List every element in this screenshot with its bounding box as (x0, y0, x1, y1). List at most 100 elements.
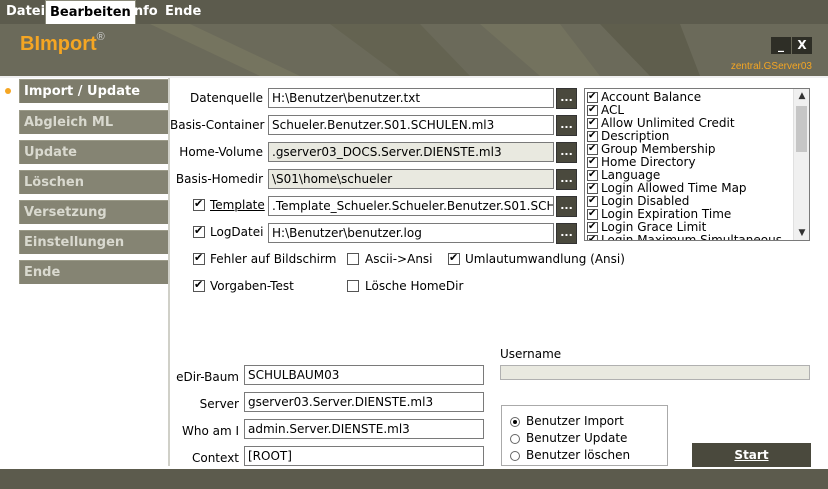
loesche-homedir-label: Lösche HomeDir (365, 279, 464, 293)
close-button[interactable]: X (792, 37, 812, 54)
attribute-label: ACL (601, 103, 625, 117)
template-field[interactable]: .Template_Schueler.Schueler.Benutzer.S01… (268, 196, 554, 216)
attribute-checkbox[interactable] (587, 103, 598, 116)
radio-update[interactable] (510, 434, 520, 444)
basis-homedir-browse-button[interactable]: ... (556, 169, 577, 190)
scroll-up-icon[interactable]: ▲ (794, 89, 809, 103)
bimport-window: Datei Bearbeiten Info Ende BImport® _ X … (0, 0, 828, 489)
username-label: Username (500, 347, 562, 361)
template-checkbox[interactable] (193, 197, 205, 211)
attribute-checkbox[interactable] (587, 129, 598, 142)
template-label: Template (210, 198, 265, 212)
nav-update[interactable]: Update (19, 140, 169, 164)
attribute-label: Login Grace Limit (601, 220, 707, 234)
menu-ende[interactable]: Ende (161, 0, 205, 24)
attribute-label: Login Maximum Simultaneous (601, 233, 782, 241)
basis-homedir-label: Basis-Homedir (175, 172, 263, 186)
attribute-checkbox[interactable] (587, 155, 598, 168)
nav-versetzung[interactable]: Versetzung (19, 200, 169, 224)
attribute-item[interactable]: Login Grace Limit (587, 220, 707, 234)
attribute-item[interactable]: Allow Unlimited Credit (587, 116, 735, 130)
loesche-homedir-checkbox[interactable] (347, 280, 359, 292)
scroll-down-icon[interactable]: ▼ (794, 226, 809, 240)
radio-update-label[interactable]: Benutzer Update (526, 431, 627, 445)
active-bullet-icon (5, 88, 11, 94)
username-field[interactable] (500, 365, 810, 380)
attribute-item[interactable]: ACL (587, 103, 625, 117)
home-volume-field[interactable]: .gserver03_DOCS.Server.DIENSTE.ml3 (268, 142, 554, 162)
fehler-checkbox[interactable] (193, 251, 205, 265)
server-label: Server (199, 397, 239, 411)
basis-homedir-field[interactable]: \S01\home\schueler (268, 169, 554, 189)
logdatei-browse-button[interactable]: ... (556, 223, 577, 244)
attribute-list[interactable]: Login Maximum SimultaneousLogin Grace Li… (584, 88, 810, 241)
scroll-thumb[interactable] (796, 106, 807, 152)
menu-info[interactable]: Info (125, 0, 162, 24)
server-tag: zentral.GServer03 (730, 61, 812, 72)
whoami-label: Who am I (181, 424, 239, 438)
nav-import-update[interactable]: Import / Update (19, 79, 169, 103)
menu-bar: Datei Bearbeiten Info Ende (0, 0, 828, 25)
minimize-button[interactable]: _ (771, 37, 791, 54)
nav-ende[interactable]: Ende (19, 260, 169, 284)
datenquelle-field[interactable]: H:\Benutzer\benutzer.txt (268, 88, 554, 108)
umlaut-checkbox[interactable] (448, 251, 460, 265)
whoami-field[interactable]: admin.Server.DIENSTE.ml3 (244, 419, 484, 439)
basis-container-browse-button[interactable]: ... (556, 115, 577, 136)
attribute-checkbox[interactable] (587, 194, 598, 207)
attribute-checkbox[interactable] (587, 181, 598, 194)
home-volume-browse-button[interactable]: ... (556, 142, 577, 163)
template-browse-button[interactable]: ... (556, 196, 577, 217)
attribute-item[interactable]: Account Balance (587, 90, 702, 104)
edir-field[interactable]: SCHULBAUM03 (244, 365, 484, 385)
attribute-item[interactable]: Description (587, 129, 669, 143)
attribute-scrollbar[interactable]: ▲ ▼ (793, 89, 809, 240)
menu-bearbeiten[interactable]: Bearbeiten (45, 0, 136, 25)
attribute-checkbox[interactable] (587, 142, 598, 155)
attribute-checkbox[interactable] (587, 233, 598, 240)
attribute-checkbox[interactable] (587, 116, 598, 129)
attribute-item[interactable]: Login Disabled (587, 194, 690, 208)
action-radio-group: Benutzer Import Benutzer Update Benutzer… (501, 405, 668, 466)
menu-datei[interactable]: Datei (2, 0, 49, 24)
attribute-item[interactable]: Home Directory (587, 155, 696, 169)
context-field[interactable]: [ROOT] (244, 446, 484, 466)
radio-loeschen[interactable] (510, 451, 520, 461)
vorgaben-checkbox[interactable] (193, 278, 205, 292)
attribute-item[interactable]: Login Allowed Time Map (587, 181, 747, 195)
vorgaben-label: Vorgaben-Test (210, 279, 294, 293)
edir-label: eDir-Baum (176, 370, 239, 384)
attribute-item[interactable]: Login Expiration Time (587, 207, 731, 221)
header-divider (0, 76, 828, 78)
logdatei-checkbox[interactable] (193, 224, 205, 238)
nav-einstellungen[interactable]: Einstellungen (19, 230, 169, 254)
attribute-checkbox[interactable] (587, 207, 598, 220)
attribute-label: Allow Unlimited Credit (601, 116, 735, 130)
nav-loeschen[interactable]: Löschen (19, 170, 169, 194)
radio-import-label[interactable]: Benutzer Import (526, 414, 624, 428)
fehler-label: Fehler auf Bildschirm (210, 252, 337, 266)
datenquelle-browse-button[interactable]: ... (556, 88, 577, 109)
template-label-text: Template (210, 198, 265, 212)
attribute-item[interactable]: Language (587, 168, 660, 182)
logdatei-field[interactable]: H:\Benutzer\benutzer.log (268, 223, 554, 243)
ascii-label: Ascii->Ansi (365, 252, 433, 266)
attribute-checkbox[interactable] (587, 220, 598, 233)
radio-import[interactable] (510, 417, 520, 427)
context-label: Context (191, 451, 239, 465)
home-volume-label: Home-Volume (179, 145, 263, 159)
ascii-checkbox[interactable] (347, 253, 359, 265)
attribute-checkbox[interactable] (587, 168, 598, 181)
start-button[interactable]: Start (692, 443, 811, 467)
logdatei-label: LogDatei (210, 225, 264, 239)
basis-container-field[interactable]: Schueler.Benutzer.S01.SCHULEN.ml3 (268, 115, 554, 135)
server-field[interactable]: gserver03.Server.DIENSTE.ml3 (244, 392, 484, 412)
nav-abgleich-ml[interactable]: Abgleich ML (19, 110, 169, 134)
attribute-label: Login Disabled (601, 194, 690, 208)
attribute-checkbox[interactable] (587, 90, 598, 103)
attribute-label: Account Balance (601, 90, 702, 104)
attribute-item[interactable]: Group Membership (587, 142, 716, 156)
attribute-item[interactable]: Login Maximum Simultaneous (587, 233, 782, 241)
app-header: BImport® _ X zentral.GServer03 (0, 24, 828, 76)
radio-loeschen-label[interactable]: Benutzer löschen (526, 448, 630, 462)
